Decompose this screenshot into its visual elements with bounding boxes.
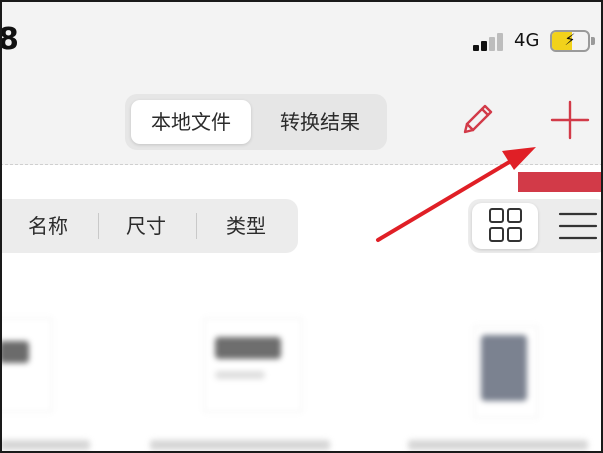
plus-button[interactable] bbox=[548, 98, 592, 142]
sort-label: 名称 bbox=[28, 214, 68, 238]
sort-bar: 名称 尺寸 类型 bbox=[0, 199, 298, 253]
sort-label: 尺寸 bbox=[126, 214, 166, 238]
network-type: 4G bbox=[514, 30, 540, 51]
file-name bbox=[150, 440, 330, 450]
tab-local-files[interactable]: 本地文件 bbox=[131, 100, 251, 144]
plus-icon bbox=[550, 100, 590, 140]
view-toggle bbox=[468, 199, 603, 253]
tab-label: 本地文件 bbox=[151, 110, 231, 134]
sort-by-type[interactable]: 类型 bbox=[204, 199, 288, 253]
file-name bbox=[408, 440, 588, 450]
sort-label: 类型 bbox=[226, 214, 266, 238]
signal-icon bbox=[473, 33, 507, 51]
file-thumbnail[interactable] bbox=[0, 318, 52, 412]
battery-cap bbox=[591, 37, 595, 45]
sort-divider bbox=[196, 213, 197, 239]
tab-label: 转换结果 bbox=[280, 110, 360, 134]
pencil-icon bbox=[463, 104, 493, 134]
sort-by-size[interactable]: 尺寸 bbox=[106, 199, 186, 253]
file-thumbnail[interactable] bbox=[204, 318, 302, 412]
header: 本地文件 转换结果 bbox=[0, 78, 603, 165]
list-view-button[interactable] bbox=[542, 203, 603, 249]
status-time: 8 bbox=[0, 22, 19, 57]
status-bar: 8 4G ⚡ bbox=[0, 0, 603, 78]
edit-button[interactable] bbox=[455, 98, 499, 142]
tab-conversion-results[interactable]: 转换结果 bbox=[259, 100, 381, 144]
charging-bolt-icon: ⚡ bbox=[564, 30, 576, 49]
tab-switcher: 本地文件 转换结果 bbox=[125, 94, 387, 150]
battery-icon: ⚡ bbox=[550, 30, 590, 52]
file-thumbnail[interactable] bbox=[474, 326, 538, 418]
file-name bbox=[0, 440, 90, 450]
sort-by-name[interactable]: 名称 bbox=[8, 199, 88, 253]
sort-divider bbox=[98, 213, 99, 239]
grid-view-button[interactable] bbox=[472, 203, 538, 249]
grid-view-icon bbox=[489, 208, 522, 242]
accent-strip bbox=[518, 172, 603, 192]
list-view-icon bbox=[558, 212, 598, 240]
